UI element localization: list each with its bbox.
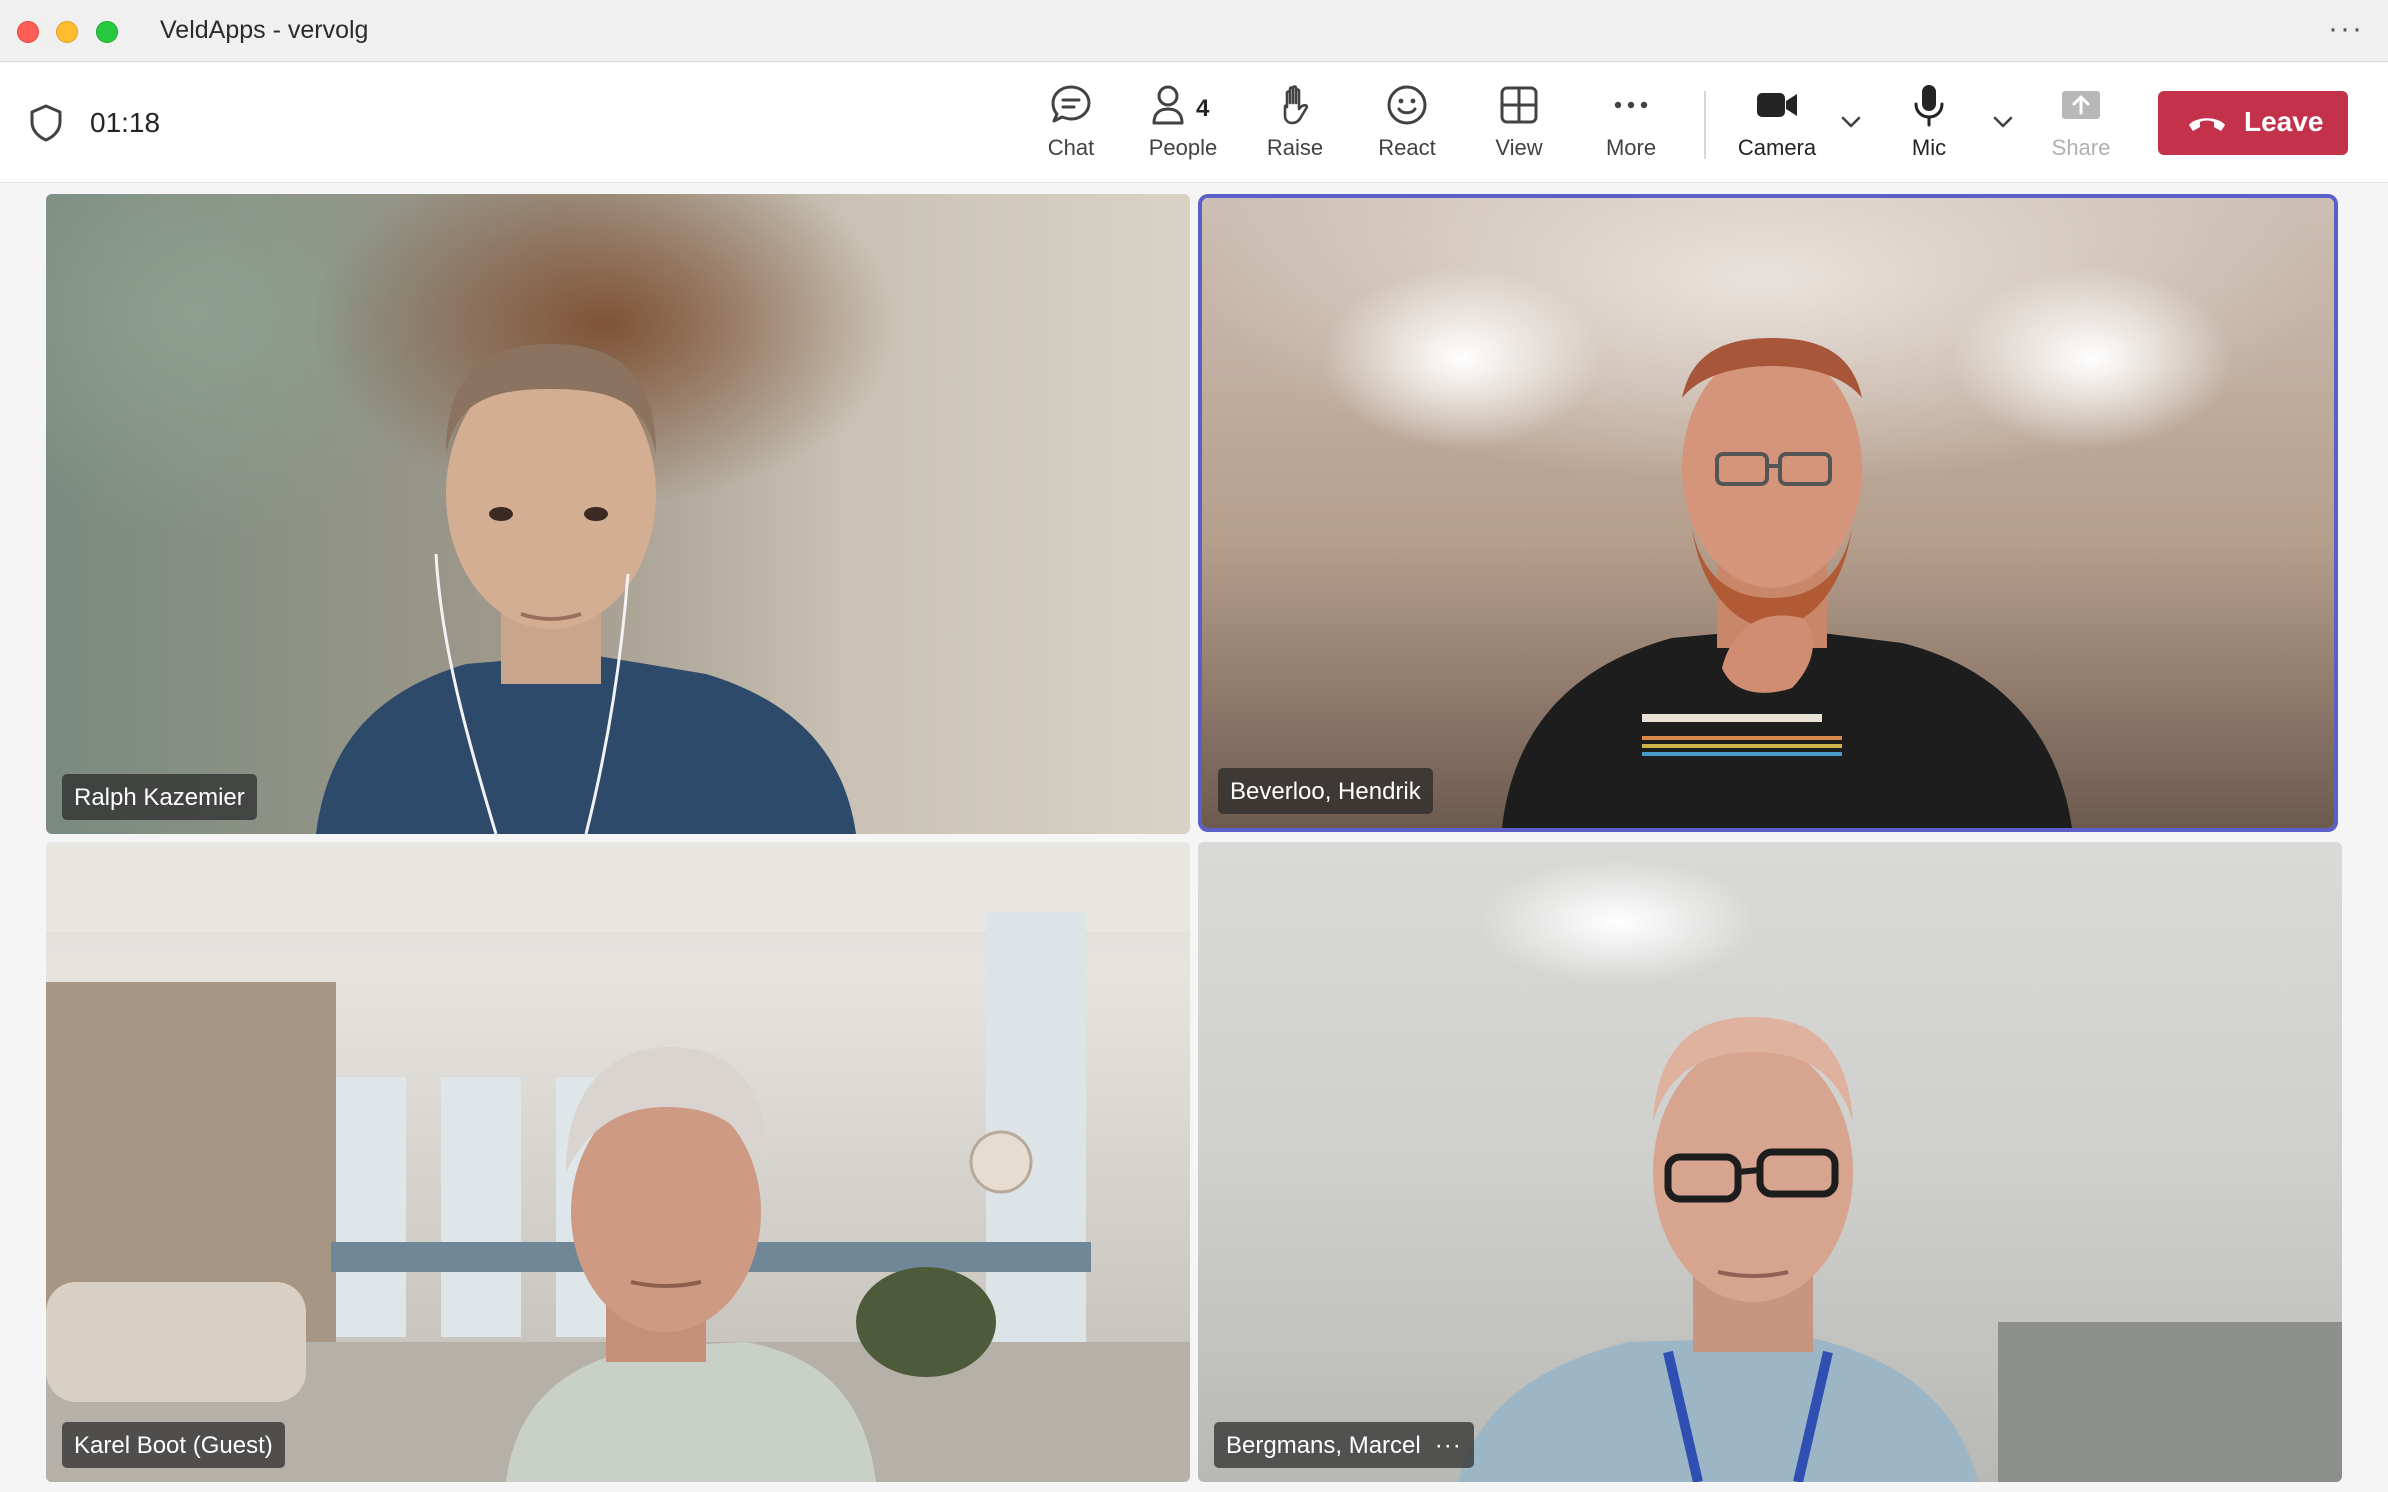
mic-options-chevron-down-icon[interactable] [1988, 107, 2018, 137]
participant-name: Beverloo, Hendrik [1218, 768, 1433, 814]
window-title: VeldApps - vervolg [160, 16, 369, 44]
more-button[interactable]: More [1576, 77, 1686, 173]
participant-more-options-icon[interactable]: ··· [1435, 1432, 1462, 1459]
video-tile[interactable]: Bergmans, Marcel ··· [1198, 842, 2342, 1482]
video-tile-active-speaker[interactable]: Beverloo, Hendrik [1202, 198, 2334, 828]
participant-name: Ralph Kazemier [62, 774, 257, 820]
participant-video [46, 842, 1190, 1482]
view-button[interactable]: View [1464, 77, 1574, 173]
participant-name: Bergmans, Marcel [1226, 1432, 1421, 1459]
react-button[interactable]: React [1352, 77, 1462, 173]
hang-up-phone-icon [2189, 118, 2225, 131]
leave-label: Leave [2244, 106, 2324, 137]
chat-icon [1051, 85, 1091, 123]
mic-button[interactable]: Mic [1874, 77, 1984, 173]
share-button[interactable]: Share [2026, 77, 2136, 173]
people-label: People [1148, 135, 1218, 160]
chat-button[interactable]: Chat [1016, 77, 1126, 173]
window-more-icon[interactable]: ··· [2328, 12, 2364, 46]
camera-options-chevron-down-icon[interactable] [1836, 107, 1866, 137]
video-tile[interactable]: Ralph Kazemier [46, 194, 1190, 834]
meeting-toolbar: 01:18 Chat 4 People Raise React View Mor… [0, 63, 2388, 183]
meeting-timer: 01:18 [90, 107, 161, 138]
raise-hand-icon [1283, 85, 1309, 125]
participant-video [316, 344, 856, 834]
close-window-button[interactable] [17, 21, 39, 43]
zoom-window-button[interactable] [96, 21, 118, 43]
more-label: More [1605, 135, 1657, 160]
minimize-window-button[interactable] [56, 21, 78, 43]
leave-button[interactable]: Leave [2158, 91, 2348, 155]
participant-name: Karel Boot (Guest) [62, 1422, 285, 1468]
raise-hand-button[interactable]: Raise [1240, 77, 1350, 173]
people-count-badge: 4 [1196, 95, 1210, 122]
window-titlebar: VeldApps - vervolg ··· [0, 0, 2388, 62]
chat-label: Chat [1047, 135, 1095, 160]
grid-view-icon [1500, 86, 1538, 124]
smiley-icon [1387, 85, 1427, 125]
participant-name-with-options: Bergmans, Marcel ··· [1214, 1422, 1474, 1468]
camera-icon [1757, 93, 1797, 117]
raise-label: Raise [1266, 135, 1324, 160]
participant-video [1502, 338, 2072, 828]
toolbar-divider [1704, 91, 1706, 159]
microphone-icon [1914, 85, 1944, 127]
participant-video [1458, 1017, 2342, 1482]
camera-label: Camera [1737, 135, 1817, 160]
share-screen-icon [2062, 91, 2100, 119]
share-label: Share [2051, 135, 2111, 160]
video-tile[interactable]: Karel Boot (Guest) [46, 842, 1190, 1482]
camera-button[interactable]: Camera [1722, 77, 1832, 173]
people-icon [1152, 85, 1184, 125]
people-button[interactable]: 4 People [1128, 77, 1238, 173]
react-label: React [1378, 135, 1436, 160]
shield-icon [30, 104, 62, 142]
view-label: View [1495, 135, 1543, 160]
more-dots-icon [1614, 101, 1648, 109]
mic-label: Mic [1911, 135, 1947, 160]
